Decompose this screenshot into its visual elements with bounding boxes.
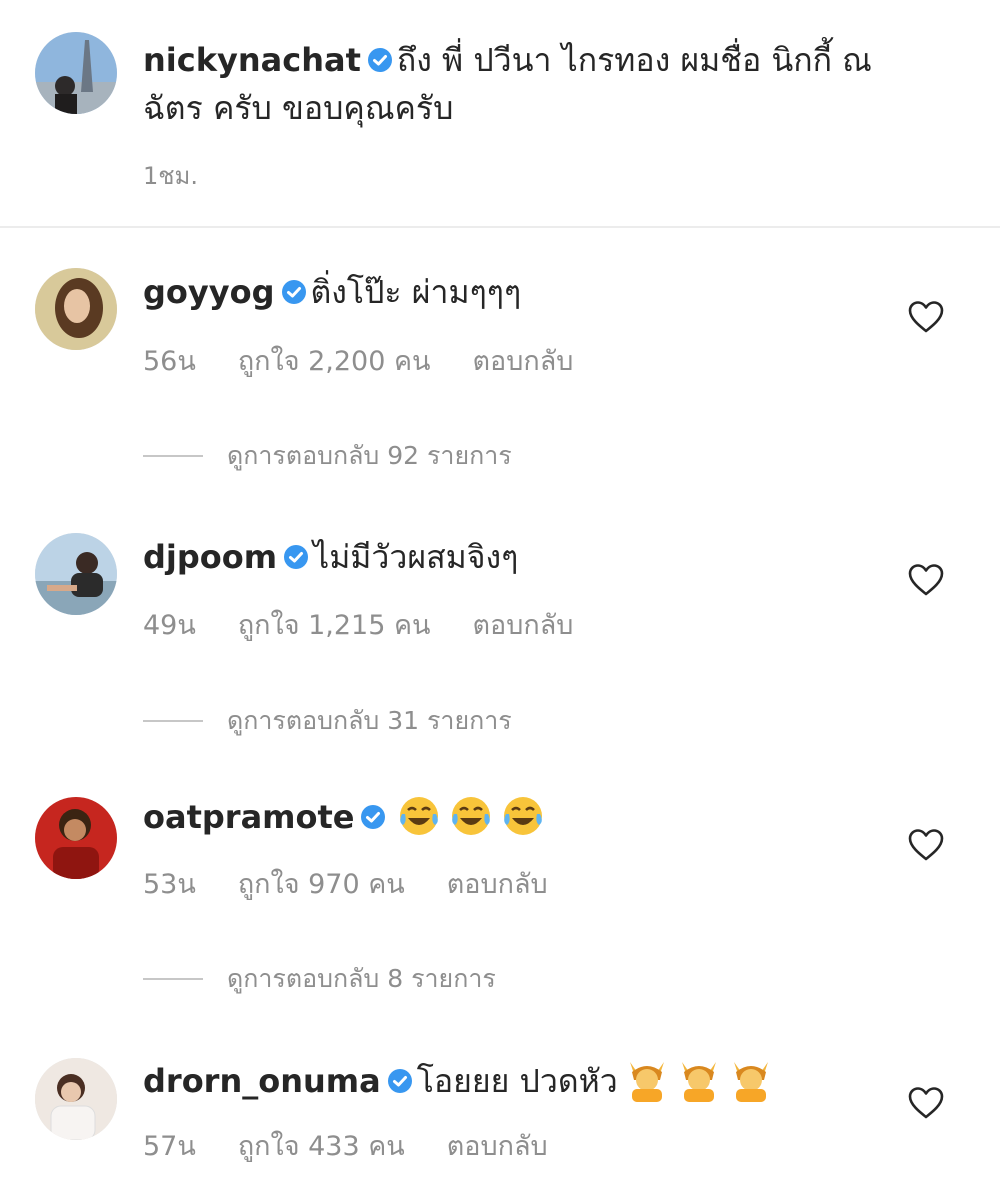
comment-likes[interactable]: ถูกใจ 1,215 คน [238, 603, 431, 646]
verified-icon [281, 279, 307, 305]
replies-line [143, 455, 203, 457]
laughing-crying-emoji [396, 792, 442, 838]
heart-icon[interactable] [907, 563, 945, 597]
comment-1-line: goyyog ติ่งโป๊ะ ผ่ามๆๆๆ [143, 268, 521, 316]
verified-icon [360, 804, 386, 830]
verified-icon [367, 47, 393, 73]
comment-username[interactable]: djpoom [143, 538, 277, 576]
reply-button[interactable]: ตอบกลับ [473, 339, 574, 382]
reply-button[interactable]: ตอบกลับ [447, 862, 548, 905]
ok-gesture-emoji [676, 1056, 722, 1102]
view-replies-button-1[interactable]: ดูการตอบกลับ 92 รายการ [143, 436, 512, 476]
comment-2-meta: 49น ถูกใจ 1,215 คน ตอบกลับ [143, 603, 573, 646]
view-replies-button-2[interactable]: ดูการตอบกลับ 31 รายการ [143, 701, 512, 741]
laughing-crying-emoji [448, 792, 494, 838]
comment-4-line: drorn_onuma โอยยย ปวดหัว [143, 1056, 774, 1105]
laughing-crying-emoji [500, 792, 546, 838]
replies-line [143, 720, 203, 722]
heart-icon[interactable] [907, 1086, 945, 1120]
post-caption: nickynachat ถึง พี่ ปวีนา ไกรทอง ผมชื่อ … [0, 0, 1000, 226]
avatar-drorn-onuma[interactable] [35, 1058, 117, 1140]
comment-time: 57น [143, 1131, 196, 1162]
view-replies-label[interactable]: ดูการตอบกลับ 8 รายการ [227, 959, 496, 999]
caption-line-2: ฉัตร ครับ ขอบคุณครับ [143, 89, 454, 127]
comment-time: 53น [143, 869, 196, 900]
avatar-nickynachat[interactable] [35, 32, 117, 114]
verified-icon [387, 1068, 413, 1094]
comment-time: 49น [143, 610, 196, 641]
caption-username[interactable]: nickynachat [143, 41, 361, 79]
caption-text: ถึง พี่ ปวีนา ไกรทอง ผมชื่อ นิกกี้ ณ [396, 41, 872, 79]
ok-gesture-emoji [728, 1056, 774, 1102]
avatar-goyyog[interactable] [35, 268, 117, 350]
ok-gesture-emoji [624, 1056, 670, 1102]
heart-icon[interactable] [907, 300, 945, 334]
heart-icon[interactable] [907, 828, 945, 862]
comment-time: 56น [143, 346, 196, 377]
comment-text: โอยยย ปวดหัว [416, 1062, 618, 1100]
comment-3-line: oatpramote [143, 792, 546, 841]
view-replies-label[interactable]: ดูการตอบกลับ 92 รายการ [227, 436, 512, 476]
comment-3-meta: 53น ถูกใจ 970 คน ตอบกลับ [143, 862, 548, 905]
view-replies-button-3[interactable]: ดูการตอบกลับ 8 รายการ [143, 959, 496, 999]
verified-icon [283, 544, 309, 570]
comment-username[interactable]: goyyog [143, 273, 275, 311]
replies-line [143, 978, 203, 980]
comment-username[interactable]: oatpramote [143, 798, 354, 836]
comment-4-meta: 57น ถูกใจ 433 คน ตอบกลับ [143, 1124, 548, 1167]
caption-line-1: nickynachat ถึง พี่ ปวีนา ไกรทอง ผมชื่อ … [143, 36, 872, 84]
caption-time: 1ชม. [143, 162, 199, 190]
reply-button[interactable]: ตอบกลับ [473, 603, 574, 646]
comment-text: ไม่มีวัวผสมจิงๆ [313, 538, 519, 576]
comment-text: ติ่งโป๊ะ ผ่ามๆๆๆ [310, 273, 522, 311]
reply-button[interactable]: ตอบกลับ [447, 1124, 548, 1167]
comment-likes[interactable]: ถูกใจ 2,200 คน [238, 339, 431, 382]
comment-likes[interactable]: ถูกใจ 970 คน [238, 862, 405, 905]
comment-likes[interactable]: ถูกใจ 433 คน [238, 1124, 405, 1167]
divider [0, 226, 1000, 228]
comment-1-meta: 56น ถูกใจ 2,200 คน ตอบกลับ [143, 339, 573, 382]
avatar-djpoom[interactable] [35, 533, 117, 615]
comment-2-line: djpoom ไม่มีวัวผสมจิงๆ [143, 533, 518, 581]
view-replies-label[interactable]: ดูการตอบกลับ 31 รายการ [227, 701, 512, 741]
avatar-oatpramote[interactable] [35, 797, 117, 879]
comment-username[interactable]: drorn_onuma [143, 1062, 381, 1100]
